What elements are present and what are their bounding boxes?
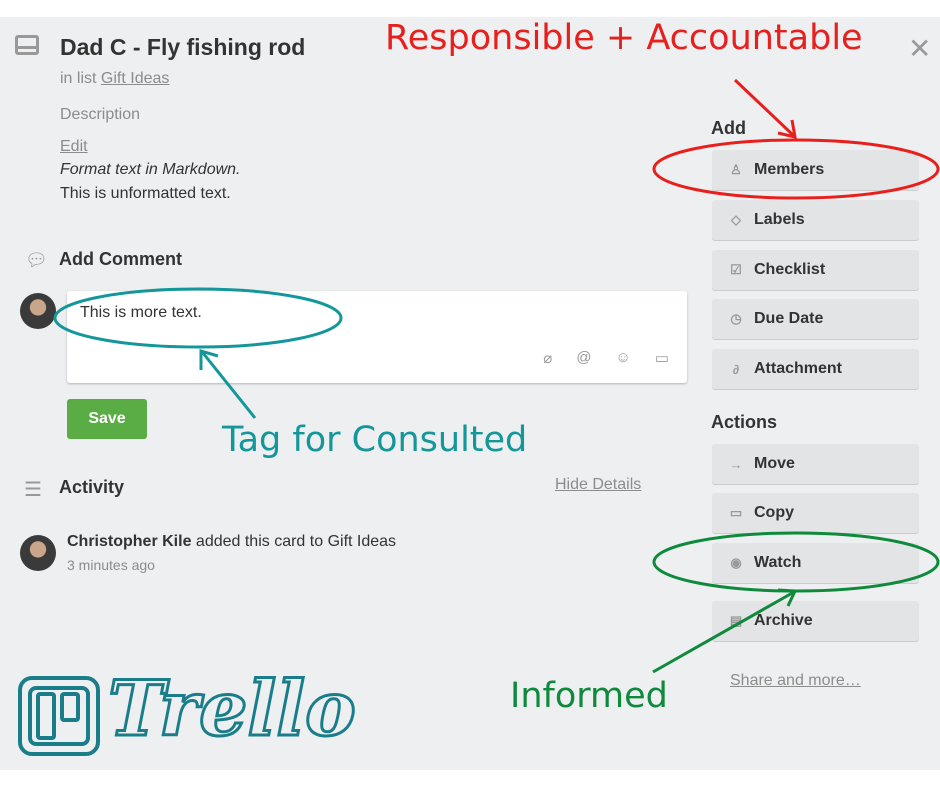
responsible-annotation: Responsible + Accountable: [385, 18, 863, 58]
informed-annotation: Informed: [510, 676, 668, 716]
trello-logo: [18, 676, 100, 756]
green-arrow: [652, 590, 795, 674]
red-ellipse: [652, 138, 940, 200]
trello-logo-text: Trello: [107, 663, 358, 755]
green-ellipse: [652, 531, 940, 593]
red-arrow: [733, 78, 795, 137]
consulted-annotation: Tag for Consulted: [222, 420, 528, 460]
teal-arrow: [201, 352, 257, 419]
teal-ellipse: [53, 287, 343, 349]
